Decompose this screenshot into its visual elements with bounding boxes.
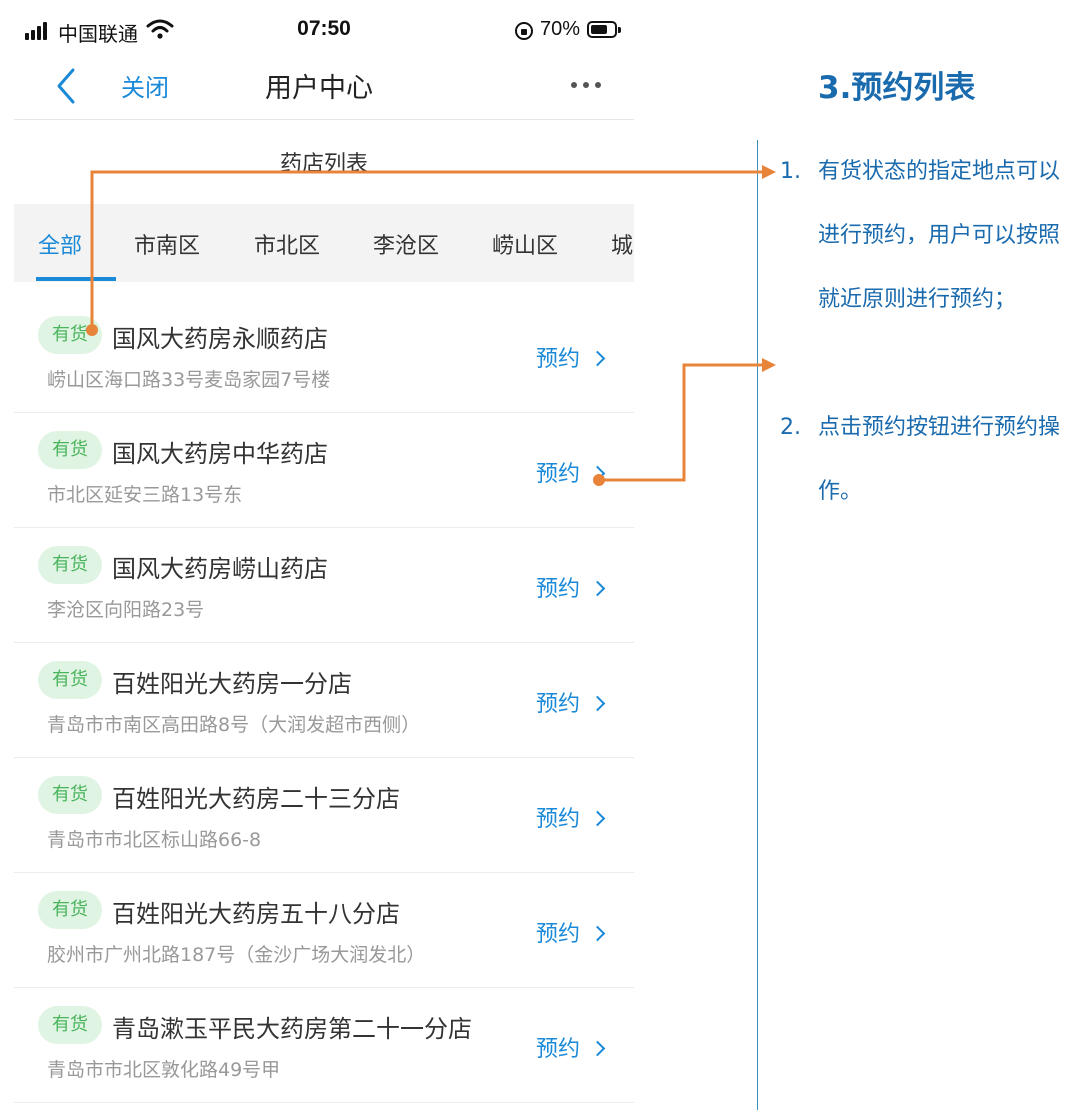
more-options-icon[interactable]: [571, 80, 603, 90]
reserve-button[interactable]: 预约: [536, 686, 606, 718]
store-row: 有货 青岛漱玉平民大药房第二十一分店 青岛市市北区敦化路49号甲 预约: [14, 988, 634, 1103]
chevron-right-icon: [589, 810, 606, 827]
reserve-label: 预约: [536, 462, 581, 487]
chevron-right-icon: [589, 580, 606, 597]
reserve-button[interactable]: 预约: [536, 456, 606, 488]
battery-icon: [587, 21, 621, 38]
store-name: 百姓阳光大药房五十八分店: [112, 900, 400, 928]
store-row: 有货 百姓阳光大药房二十三分店 青岛市市北区标山路66-8 预约: [14, 758, 634, 873]
stock-badge: 有货: [38, 776, 102, 814]
reserve-label: 预约: [536, 1037, 581, 1062]
store-address: 胶州市广州北路187号（金沙广场大润发北）: [47, 944, 426, 966]
tab-all[interactable]: 全部: [38, 228, 82, 260]
reserve-button[interactable]: 预约: [536, 571, 606, 603]
nav-divider: [14, 119, 634, 120]
battery-percent: 70%: [540, 18, 581, 40]
store-name: 国风大药房中华药店: [112, 440, 328, 468]
stock-badge: 有货: [38, 431, 102, 469]
stock-badge: 有货: [38, 546, 102, 584]
store-address: 李沧区向阳路23号: [47, 599, 205, 621]
reserve-label: 预约: [536, 692, 581, 717]
chevron-right-icon: [589, 350, 606, 367]
store-name: 国风大药房永顺药店: [112, 325, 328, 353]
tab-laoshan[interactable]: 崂山区: [492, 228, 558, 260]
store-row: 有货 国风大药房崂山药店 李沧区向阳路23号 预约: [14, 528, 634, 643]
tab-cheng[interactable]: 城: [611, 228, 633, 260]
reserve-label: 预约: [536, 577, 581, 602]
reserve-button[interactable]: 预约: [536, 801, 606, 833]
store-row: 有货 国风大药房中华药店 市北区延安三路13号东 预约: [14, 413, 634, 528]
back-chevron-icon[interactable]: [53, 66, 79, 106]
store-address: 青岛市市北区敦化路49号甲: [47, 1059, 281, 1081]
section-title: 药店列表: [279, 152, 368, 177]
nav-bar: 关闭 用户中心: [0, 62, 648, 120]
active-tab-indicator: [36, 277, 116, 281]
orientation-lock-icon: [515, 22, 533, 40]
store-name: 百姓阳光大药房一分店: [112, 670, 352, 698]
store-address: 市北区延安三路13号东: [47, 484, 243, 506]
phone-screen: 中国联通 07:50 70% 关闭 用户中心 药店列表 全部 市南区 市北区 李…: [0, 0, 648, 1110]
store-row: 有货 百姓阳光大药房五十八分店 胶州市广州北路187号（金沙广场大润发北） 预约: [14, 873, 634, 988]
store-row: 有货 国风大药房永顺药店 崂山区海口路33号麦岛家园7号楼 预约: [14, 298, 634, 413]
reserve-button[interactable]: 预约: [536, 1031, 606, 1063]
reserve-label: 预约: [536, 922, 581, 947]
reserve-button[interactable]: 预约: [536, 916, 606, 948]
tab-licang[interactable]: 李沧区: [373, 228, 439, 260]
stock-badge: 有货: [38, 1006, 102, 1044]
district-tabs: 全部 市南区 市北区 李沧区 崂山区 城: [14, 204, 634, 282]
store-address: 青岛市市北区标山路66-8: [47, 829, 262, 851]
chevron-right-icon: [589, 695, 606, 712]
annotation-number: 2.: [780, 415, 801, 440]
store-row: 有货 百姓阳光大药房一分店 青岛市市南区高田路8号（大润发超市西侧） 预约: [14, 643, 634, 758]
reserve-button[interactable]: 预约: [536, 341, 606, 373]
page-title: 用户中心: [265, 73, 373, 104]
panel-divider: [757, 140, 758, 1110]
reserve-label: 预约: [536, 807, 581, 832]
annotation-title: 3.预约列表: [818, 70, 976, 106]
stock-badge: 有货: [38, 316, 102, 354]
annotation-number: 1.: [780, 159, 801, 184]
store-name: 青岛漱玉平民大药房第二十一分店: [112, 1015, 472, 1043]
store-address: 青岛市市南区高田路8号（大润发超市西侧）: [47, 714, 421, 736]
chevron-right-icon: [589, 1040, 606, 1057]
stock-badge: 有货: [38, 661, 102, 699]
status-bar: 中国联通 07:50 70%: [0, 0, 648, 62]
reserve-label: 预约: [536, 347, 581, 372]
tab-shibei[interactable]: 市北区: [254, 228, 320, 260]
close-button[interactable]: 关闭: [121, 68, 169, 103]
chevron-right-icon: [589, 465, 606, 482]
store-address: 崂山区海口路33号麦岛家园7号楼: [47, 369, 331, 391]
store-list: 有货 国风大药房永顺药店 崂山区海口路33号麦岛家园7号楼 预约 有货 国风大药…: [14, 298, 634, 1103]
store-name: 百姓阳光大药房二十三分店: [112, 785, 400, 813]
annotation-text: 有货状态的指定地点可以进行预约，用户可以按照就近原则进行预约；: [818, 159, 1061, 312]
store-name: 国风大药房崂山药店: [112, 555, 328, 583]
stock-badge: 有货: [38, 891, 102, 929]
annotation-text: 点击预约按钮进行预约操作。: [818, 415, 1061, 504]
chevron-right-icon: [589, 925, 606, 942]
tab-shinan[interactable]: 市南区: [134, 228, 200, 260]
